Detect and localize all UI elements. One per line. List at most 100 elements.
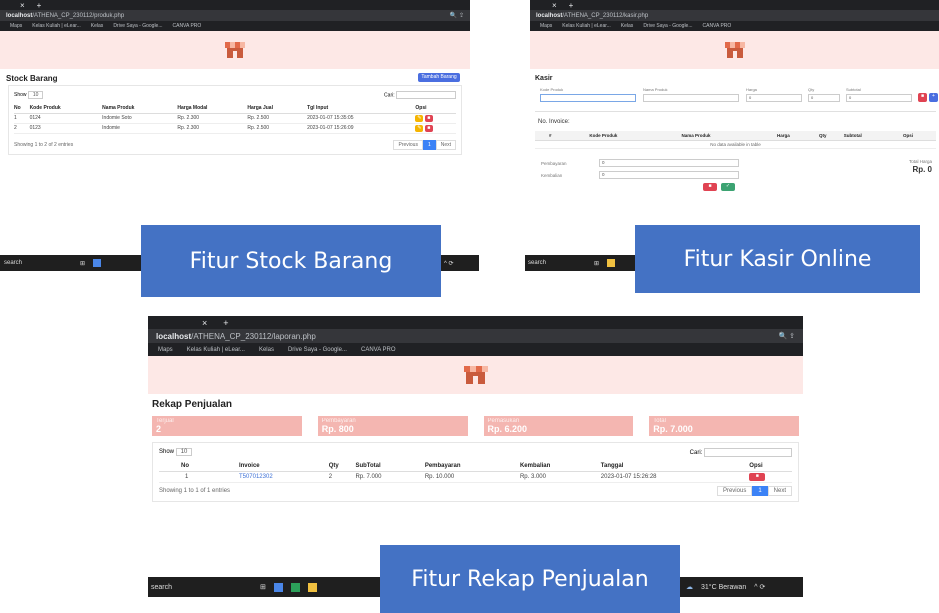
new-tab-icon[interactable]: + bbox=[569, 1, 574, 10]
column-header[interactable]: Qty bbox=[328, 462, 356, 472]
task-view-icon[interactable]: ⊞ bbox=[80, 260, 85, 267]
bookmark-item[interactable]: Kelas Kuliah | eLear... bbox=[187, 347, 245, 353]
field-label: Nama Produk bbox=[643, 87, 668, 92]
bookmark-item[interactable]: Drive Saya - Google... bbox=[288, 347, 347, 353]
edit-button[interactable]: ✎ bbox=[415, 124, 424, 132]
column-header[interactable]: Tanggal bbox=[600, 462, 750, 472]
bookmark-item[interactable]: Drive Saya - Google... bbox=[113, 23, 162, 29]
delete-button[interactable]: ■ bbox=[749, 472, 766, 481]
page-button[interactable]: 1 bbox=[752, 485, 768, 496]
address-bar[interactable]: localhost/ATHENA_CP_230112/kasir.php bbox=[530, 10, 939, 21]
taskbar-search[interactable]: search bbox=[4, 260, 22, 266]
tab-close-icon[interactable]: × bbox=[20, 1, 25, 10]
product-name-input[interactable] bbox=[643, 94, 739, 102]
zoom-icon[interactable]: 🔍 ⇪ bbox=[450, 12, 464, 19]
app-icon[interactable] bbox=[307, 582, 317, 592]
bookmark-item[interactable]: CANVA PRO bbox=[703, 23, 732, 29]
column-header[interactable]: SubTotal bbox=[355, 462, 425, 472]
bookmark-item[interactable]: Kelas Kuliah | eLear... bbox=[32, 23, 81, 29]
bookmark-item[interactable]: Kelas bbox=[621, 23, 634, 29]
app-icon[interactable] bbox=[290, 582, 300, 592]
app-icon[interactable] bbox=[273, 582, 283, 592]
subtotal-input[interactable]: 0 bbox=[846, 94, 912, 102]
column-header[interactable]: Kembalian bbox=[519, 462, 601, 472]
previous-button[interactable]: Previous bbox=[716, 485, 753, 496]
tab-close-icon[interactable]: × bbox=[202, 318, 207, 328]
tab-close-icon[interactable]: × bbox=[552, 1, 557, 10]
column-header[interactable]: # bbox=[535, 131, 590, 141]
search-input[interactable] bbox=[396, 91, 456, 99]
column-header[interactable]: Opsi bbox=[749, 462, 792, 472]
payment-input[interactable]: 0 bbox=[599, 158, 739, 167]
column-header[interactable]: No bbox=[14, 104, 30, 114]
column-header[interactable]: Opsi bbox=[902, 131, 936, 141]
entries-select[interactable]: 10 bbox=[27, 91, 44, 99]
weather-text[interactable]: 31°C Berawan bbox=[701, 584, 746, 591]
column-header[interactable]: Harga Modal bbox=[177, 104, 248, 114]
invoice-link[interactable]: T507012302 bbox=[238, 471, 329, 483]
pagination: Previous 1 Next bbox=[393, 139, 456, 150]
column-header[interactable]: Invoice bbox=[238, 462, 329, 472]
new-tab-icon[interactable]: + bbox=[37, 1, 42, 10]
bookmark-item[interactable]: Kelas bbox=[91, 23, 104, 29]
delete-button[interactable]: ■ bbox=[424, 124, 433, 132]
new-tab-icon[interactable]: + bbox=[223, 318, 228, 328]
column-header[interactable]: Tgl Input bbox=[307, 104, 416, 114]
column-header[interactable]: Kode Produk bbox=[29, 104, 103, 114]
bookmark-item[interactable]: Maps bbox=[158, 347, 173, 353]
column-header[interactable]: Nama Produk bbox=[681, 131, 778, 141]
address-bar[interactable]: localhost/ATHENA_CP_230112/laporan.php 🔍… bbox=[148, 329, 803, 343]
column-header[interactable]: Nama Produk bbox=[102, 104, 178, 114]
clear-button[interactable]: ■ bbox=[918, 93, 927, 102]
task-view-icon[interactable]: ⊞ bbox=[594, 260, 599, 267]
bookmark-item[interactable]: CANVA PRO bbox=[361, 347, 396, 353]
bookmark-item[interactable]: Kelas Kuliah | eLear... bbox=[562, 23, 611, 29]
invoice-label: No. Invoice: bbox=[538, 119, 570, 125]
entries-select[interactable]: 10 bbox=[175, 448, 193, 456]
price-input[interactable]: 0 bbox=[746, 94, 802, 102]
column-header[interactable]: Kode Produk bbox=[589, 131, 682, 141]
column-header[interactable]: Harga bbox=[777, 131, 820, 141]
caption-stock: Fitur Stock Barang bbox=[141, 225, 441, 297]
page-button[interactable]: 1 bbox=[422, 139, 436, 150]
previous-button[interactable]: Previous bbox=[393, 139, 423, 150]
tab-bar: × + bbox=[0, 0, 470, 10]
column-header[interactable]: Pembayaran bbox=[424, 462, 520, 472]
search-input[interactable] bbox=[704, 447, 792, 457]
column-header[interactable]: Subtotal bbox=[843, 131, 903, 141]
column-header[interactable]: Qty bbox=[819, 131, 844, 141]
cell: Rp. 7.000 bbox=[355, 471, 425, 483]
qty-input[interactable]: 0 bbox=[808, 94, 840, 102]
bookmark-item[interactable]: Maps bbox=[540, 23, 552, 29]
cell: 2023-01-07 15:26:09 bbox=[307, 123, 416, 134]
save-button[interactable]: ✓ bbox=[721, 182, 735, 191]
add-to-cart-button[interactable]: + bbox=[929, 93, 938, 102]
zoom-icon[interactable]: 🔍 ⇪ bbox=[778, 332, 795, 340]
edit-button[interactable]: ✎ bbox=[415, 114, 424, 122]
bookmark-item[interactable]: CANVA PRO bbox=[173, 23, 202, 29]
task-view-icon[interactable]: ⊞ bbox=[260, 583, 266, 591]
product-code-input[interactable] bbox=[540, 94, 636, 102]
delete-button[interactable]: ■ bbox=[424, 114, 433, 122]
next-button[interactable]: Next bbox=[767, 485, 792, 496]
add-item-button[interactable]: Tambah Barang bbox=[418, 73, 460, 82]
sales-table: No Invoice Qty SubTotal Pembayaran Kemba… bbox=[159, 462, 792, 483]
column-header[interactable]: No bbox=[159, 462, 239, 472]
app-icon[interactable] bbox=[607, 259, 616, 267]
taskbar-search[interactable]: search bbox=[151, 584, 172, 591]
bookmark-item[interactable]: Drive Saya - Google... bbox=[643, 23, 692, 29]
taskbar-search[interactable]: search bbox=[528, 260, 546, 266]
bookmark-item[interactable]: Maps bbox=[10, 23, 22, 29]
change-input[interactable]: 0 bbox=[599, 170, 739, 179]
next-button[interactable]: Next bbox=[435, 139, 456, 150]
search-box: Cari: bbox=[384, 91, 456, 99]
column-header[interactable]: Harga Jual bbox=[247, 104, 308, 114]
reset-button[interactable]: ■ bbox=[703, 182, 717, 191]
column-header[interactable]: Opsi bbox=[415, 104, 456, 114]
address-bar[interactable]: localhost/ATHENA_CP_230112/produk.php 🔍 … bbox=[0, 10, 470, 21]
bookmark-item[interactable]: Kelas bbox=[259, 347, 274, 353]
header-banner bbox=[530, 31, 939, 69]
page-title: Stock Barang bbox=[6, 74, 58, 83]
rekap-screenshot: × + localhost/ATHENA_CP_230112/laporan.p… bbox=[148, 316, 803, 504]
app-icon[interactable] bbox=[93, 259, 102, 267]
